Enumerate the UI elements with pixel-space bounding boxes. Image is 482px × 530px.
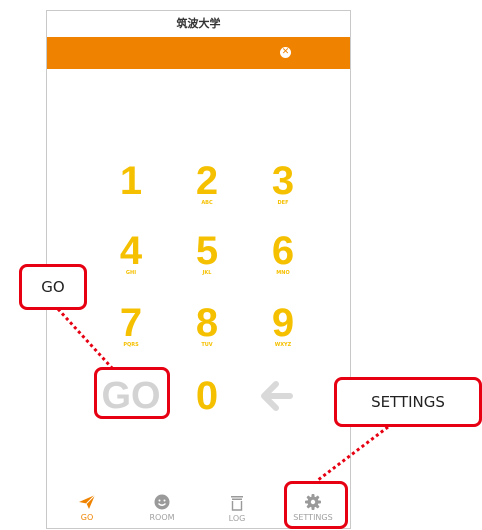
go-button-highlight [94,367,170,419]
settings-callout: SETTINGS [334,377,482,427]
settings-tab-highlight [284,481,348,529]
go-callout: GO [19,264,87,310]
